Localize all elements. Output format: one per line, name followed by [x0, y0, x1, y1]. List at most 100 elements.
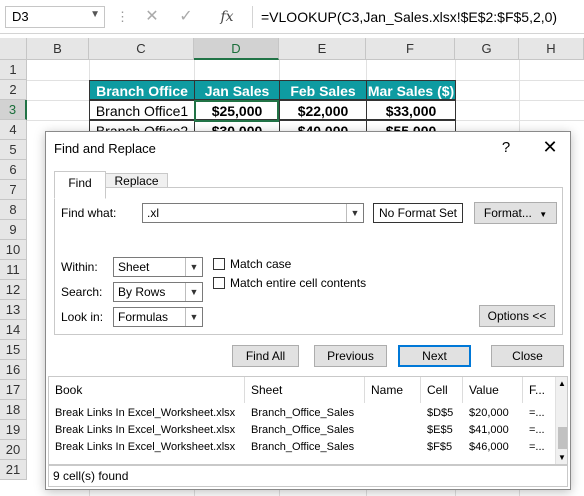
results-header-value[interactable]: Value [463, 377, 523, 403]
results-header-cell[interactable]: Cell [421, 377, 463, 403]
look-in-select[interactable]: Formulas ▼ [113, 307, 203, 327]
table-header-branch-office[interactable]: Branch Office [89, 80, 195, 100]
result-sheet[interactable]: Branch_Office_Sales [245, 405, 365, 422]
format-button[interactable]: Format... ▼ [474, 202, 557, 224]
results-header-formula[interactable]: F... [523, 377, 555, 403]
table-header-jan-sales[interactable]: Jan Sales ($) [194, 80, 280, 119]
scroll-up-icon[interactable]: ▲ [558, 379, 566, 388]
results-scrollbar[interactable]: ▲ ▼ [555, 377, 567, 464]
find-what-value: .xl [147, 206, 159, 220]
result-cell[interactable]: $E$5 [421, 422, 463, 439]
insert-function-button[interactable]: fx [214, 6, 240, 28]
chevron-down-icon[interactable]: ▼ [346, 204, 363, 222]
dialog-title: Find and Replace [54, 141, 156, 156]
result-sheet[interactable]: Branch_Office_Sales [245, 422, 365, 439]
result-value[interactable]: $20,000 [463, 405, 523, 422]
results-header-book[interactable]: Book [49, 377, 245, 403]
row-header-7[interactable]: 7 [0, 180, 27, 200]
table-header-feb-sales[interactable]: Feb Sales ($) [279, 80, 367, 119]
tab-replace[interactable]: Replace [105, 173, 168, 188]
result-sheet[interactable]: Branch_Office_Sales [245, 439, 365, 456]
chevron-down-icon[interactable]: ▼ [90, 9, 100, 20]
row-header-12[interactable]: 12 [0, 280, 27, 300]
row-header-8[interactable]: 8 [0, 200, 27, 220]
formula-bar: D3 ▼ ⋮ ✕ ✓ fx =VLOOKUP(C3,Jan_Sales.xlsx… [0, 0, 584, 34]
row-header-5[interactable]: 5 [0, 140, 27, 160]
help-icon[interactable]: ? [496, 139, 516, 159]
row-header-14[interactable]: 14 [0, 320, 27, 340]
chevron-down-icon[interactable]: ▼ [185, 308, 202, 326]
match-entire-checkbox[interactable] [213, 277, 225, 289]
row-header-18[interactable]: 18 [0, 400, 27, 420]
name-box-value: D3 [12, 9, 29, 24]
select-all-corner[interactable] [0, 38, 27, 60]
result-value[interactable]: $41,000 [463, 422, 523, 439]
close-button[interactable]: Close [491, 345, 564, 367]
row-header-10[interactable]: 10 [0, 240, 27, 260]
table-cell[interactable]: $33,000 [366, 100, 456, 120]
chevron-down-icon: ▼ [539, 210, 548, 219]
column-header-h[interactable]: H [519, 38, 584, 60]
row-header-21[interactable]: 21 [0, 460, 27, 480]
result-formula[interactable]: =... [523, 422, 555, 439]
row-header-9[interactable]: 9 [0, 220, 27, 240]
results-header-name[interactable]: Name [365, 377, 421, 403]
confirm-icon[interactable]: ✓ [176, 6, 196, 28]
column-header-b[interactable]: B [27, 38, 89, 60]
match-case-checkbox[interactable] [213, 258, 225, 270]
column-header-d[interactable]: D [194, 38, 279, 60]
cancel-icon[interactable]: ✕ [142, 6, 162, 28]
column-header-e[interactable]: E [279, 38, 366, 60]
row-header-16[interactable]: 16 [0, 360, 27, 380]
format-preview: No Format Set [373, 203, 463, 223]
row-header-11[interactable]: 11 [0, 260, 27, 280]
scroll-thumb[interactable] [558, 427, 567, 449]
results-list: Book Sheet Name Cell Value F... Break Li… [48, 376, 568, 465]
result-cell[interactable]: $D$5 [421, 405, 463, 422]
format-button-label: Format... [483, 206, 532, 220]
chevron-down-icon[interactable]: ▼ [185, 283, 202, 301]
next-button[interactable]: Next [398, 345, 471, 367]
row-header-6[interactable]: 6 [0, 160, 27, 180]
table-cell[interactable]: Branch Office1 [89, 100, 195, 120]
result-formula[interactable]: =... [523, 405, 555, 422]
row-header-3[interactable]: 3 [0, 100, 27, 120]
column-header-c[interactable]: C [89, 38, 194, 60]
table-header-mar-sales[interactable]: Mar Sales ($) [366, 80, 456, 100]
column-header-g[interactable]: G [455, 38, 519, 60]
find-what-label: Find what: [61, 206, 117, 220]
result-book[interactable]: Break Links In Excel_Worksheet.xlsx [49, 439, 245, 456]
row-header-13[interactable]: 13 [0, 300, 27, 320]
scroll-down-icon[interactable]: ▼ [558, 453, 566, 462]
row-header-2[interactable]: 2 [0, 80, 27, 100]
options-button[interactable]: Options << [479, 305, 555, 327]
row-header-15[interactable]: 15 [0, 340, 27, 360]
find-all-button[interactable]: Find All [232, 345, 299, 367]
result-formula[interactable]: =... [523, 439, 555, 456]
column-header-f[interactable]: F [366, 38, 455, 60]
result-book[interactable]: Break Links In Excel_Worksheet.xlsx [49, 405, 245, 422]
result-book[interactable]: Break Links In Excel_Worksheet.xlsx [49, 422, 245, 439]
row-header-1[interactable]: 1 [0, 60, 27, 80]
name-box[interactable]: D3 ▼ [5, 6, 105, 28]
result-cell[interactable]: $F$5 [421, 439, 463, 456]
search-select[interactable]: By Rows ▼ [113, 282, 203, 302]
row-header-19[interactable]: 19 [0, 420, 27, 440]
chevron-down-icon[interactable]: ▼ [185, 258, 202, 276]
find-what-input[interactable]: .xl ▼ [142, 203, 364, 223]
row-header-20[interactable]: 20 [0, 440, 27, 460]
formula-input[interactable]: =VLOOKUP(C3,Jan_Sales.xlsx!$E$2:$F$5,2,0… [252, 6, 584, 28]
close-icon[interactable]: ✕ [539, 137, 561, 159]
match-case-label: Match case [230, 257, 292, 271]
row-header-4[interactable]: 4 [0, 120, 27, 140]
row-header-17[interactable]: 17 [0, 380, 27, 400]
table-cell[interactable]: $22,000 [279, 100, 367, 120]
more-icon[interactable]: ⋮ [116, 6, 129, 28]
status-bar: 9 cell(s) found [48, 465, 568, 487]
result-value[interactable]: $46,000 [463, 439, 523, 456]
previous-button[interactable]: Previous [314, 345, 387, 367]
results-header-sheet[interactable]: Sheet [245, 377, 365, 403]
within-select[interactable]: Sheet ▼ [113, 257, 203, 277]
tab-find[interactable]: Find [54, 171, 106, 199]
find-tab-panel: Find what: .xl ▼ No Format Set Format...… [54, 187, 563, 335]
